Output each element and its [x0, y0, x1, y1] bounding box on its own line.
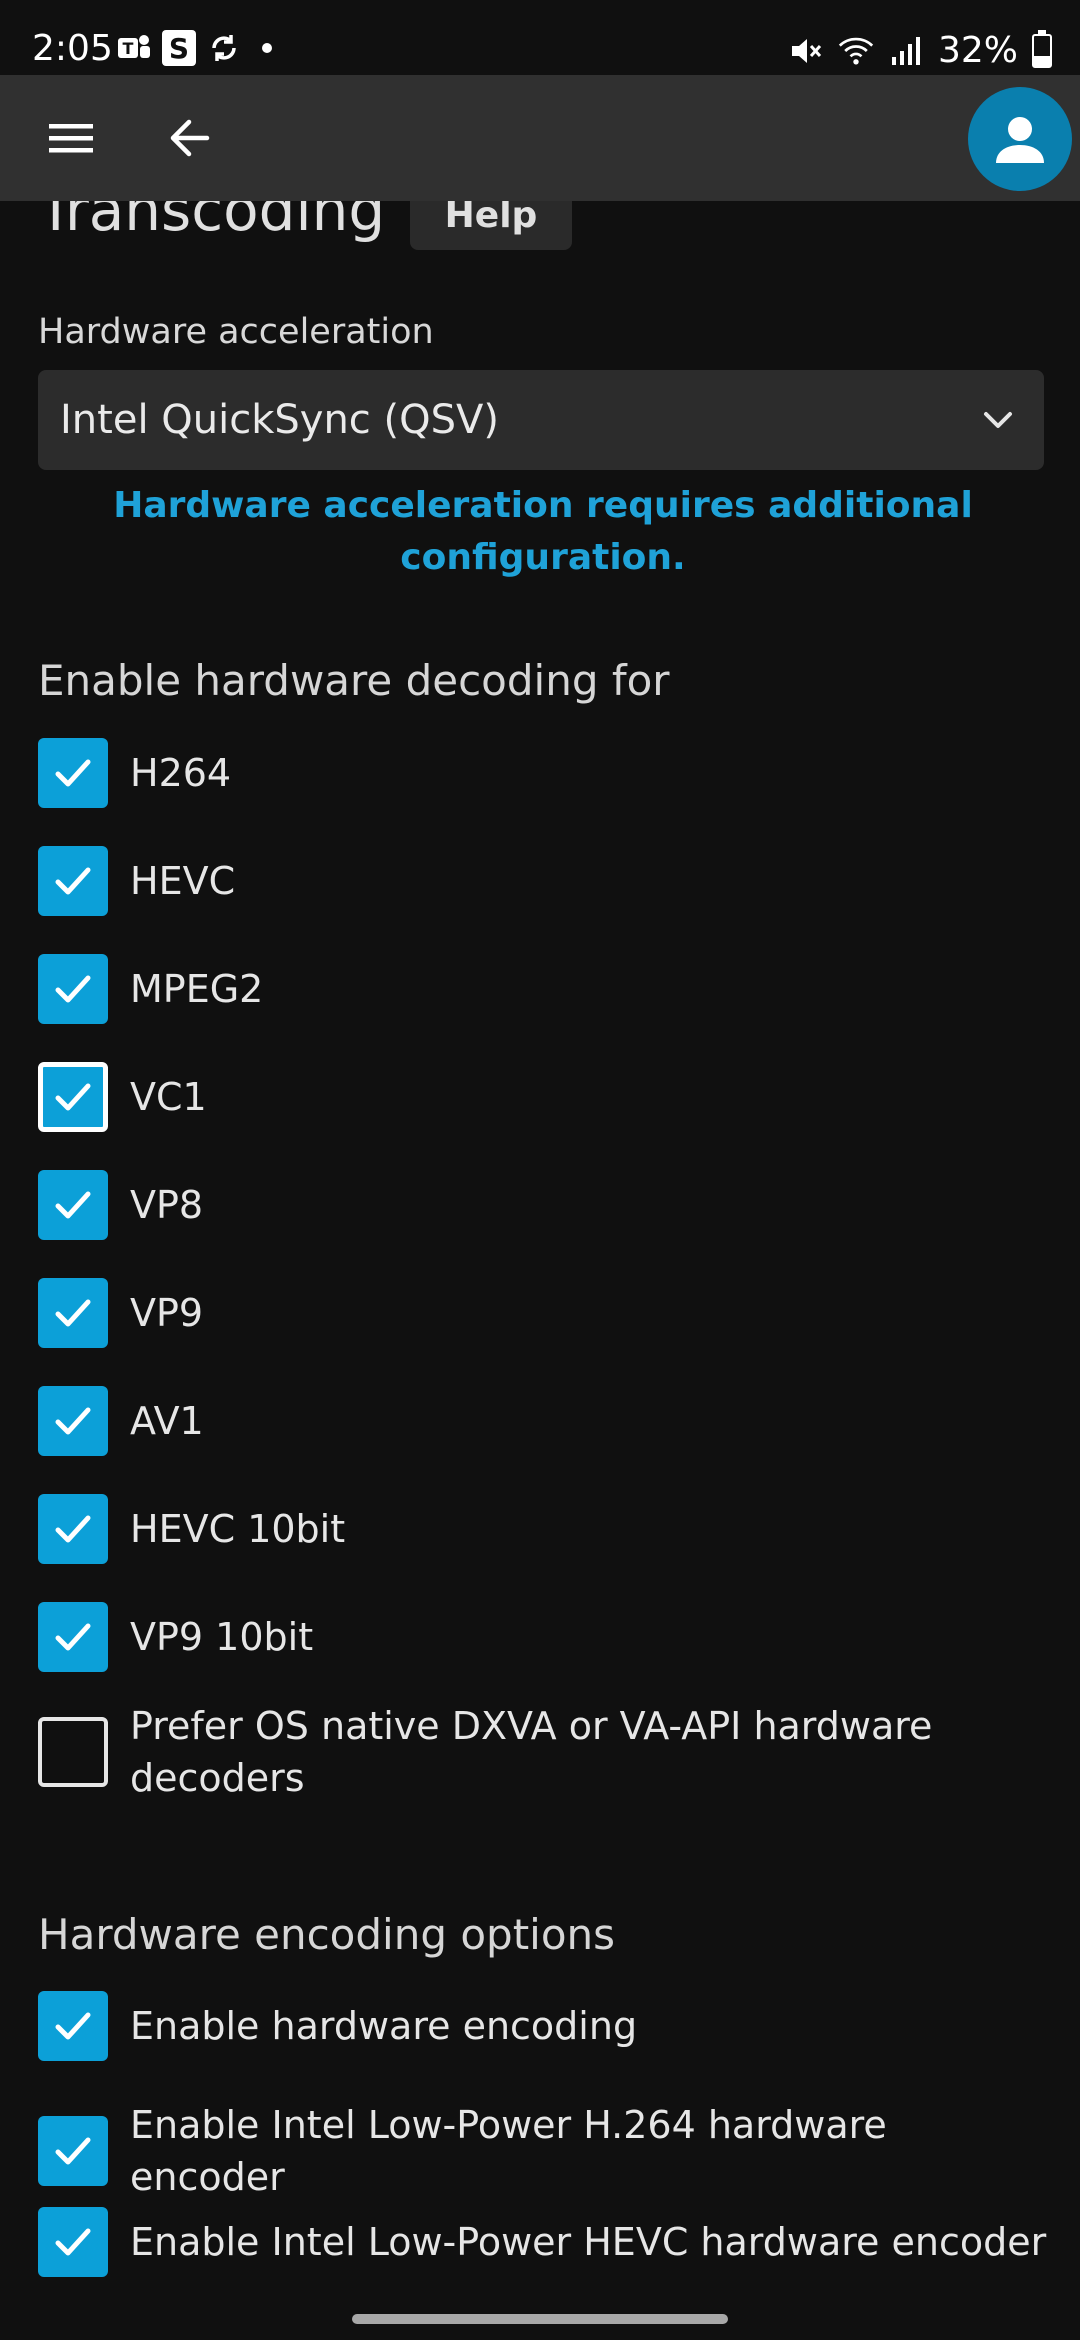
- codec-checkbox-vp8[interactable]: [38, 1170, 108, 1240]
- chevron-down-icon: [984, 412, 1012, 428]
- codec-label: VP9 10bit: [130, 1615, 314, 1659]
- user-avatar-icon[interactable]: [968, 87, 1072, 191]
- hardware-acceleration-select[interactable]: Intel QuickSync (QSV): [38, 370, 1044, 470]
- codec-label: VP8: [130, 1183, 204, 1227]
- arrow-back-icon[interactable]: [156, 105, 222, 171]
- codec-label: MPEG2: [130, 967, 264, 1011]
- hardware-acceleration-note-link[interactable]: Hardware acceleration requires additiona…: [38, 480, 1048, 584]
- codec-checkbox-av1[interactable]: [38, 1386, 108, 1456]
- codec-row-vc1[interactable]: VC1: [38, 1062, 1048, 1132]
- codec-checkbox-vp9[interactable]: [38, 1278, 108, 1348]
- codec-row-mpeg2[interactable]: MPEG2: [38, 954, 1048, 1024]
- app-header: [0, 75, 1080, 201]
- codec-row-hevc[interactable]: HEVC: [38, 846, 1048, 916]
- encoding-option-checkbox[interactable]: [38, 2207, 108, 2277]
- encoding-option-label: Enable Intel Low-Power HEVC hardware enc…: [130, 2220, 1047, 2264]
- codec-row-vp8[interactable]: VP8: [38, 1170, 1048, 1240]
- codec-label: H264: [130, 751, 232, 795]
- prefer-native-decoders-checkbox[interactable]: [38, 1717, 108, 1787]
- codec-label: HEVC: [130, 859, 236, 903]
- codec-label: AV1: [130, 1399, 204, 1443]
- hardware-acceleration-value: Intel QuickSync (QSV): [60, 397, 499, 443]
- encoding-option-row[interactable]: Enable Intel Low-Power HEVC hardware enc…: [38, 2207, 1048, 2277]
- home-indicator[interactable]: [352, 2314, 728, 2324]
- codec-checkbox-hevc[interactable]: [38, 846, 108, 916]
- codec-label: HEVC 10bit: [130, 1507, 346, 1551]
- codec-checkbox-vc1[interactable]: [38, 1062, 108, 1132]
- hardware-acceleration-label: Hardware acceleration: [38, 312, 434, 352]
- encoding-option-row[interactable]: Enable Intel Low-Power H.264 hardware en…: [38, 2099, 1048, 2203]
- encoding-option-row[interactable]: Enable hardware encoding: [38, 1991, 1048, 2061]
- codec-row-vp9-10bit[interactable]: VP9 10bit: [38, 1602, 1048, 1672]
- hamburger-menu-icon[interactable]: [38, 105, 104, 171]
- codec-row-hevc-10bit[interactable]: HEVC 10bit: [38, 1494, 1048, 1564]
- prefer-native-decoders-label: Prefer OS native DXVA or VA-API hardware…: [130, 1704, 933, 1800]
- encoding-heading: Hardware encoding options: [38, 1910, 616, 1959]
- codec-checkbox-h264[interactable]: [38, 738, 108, 808]
- encoding-option-label: Enable Intel Low-Power H.264 hardware en…: [130, 2103, 887, 2199]
- decoding-heading: Enable hardware decoding for: [38, 656, 670, 705]
- prefer-native-decoders-row[interactable]: Prefer OS native DXVA or VA-API hardware…: [38, 1700, 1048, 1804]
- codec-checkbox-mpeg2[interactable]: [38, 954, 108, 1024]
- codec-row-av1[interactable]: AV1: [38, 1386, 1048, 1456]
- encoding-option-checkbox[interactable]: [38, 1991, 108, 2061]
- codec-checkbox-hevc-10bit[interactable]: [38, 1494, 108, 1564]
- settings-content: Transcoding Help Hardware acceleration I…: [0, 0, 1080, 2340]
- codec-label: VP9: [130, 1291, 204, 1335]
- encoding-option-label: Enable hardware encoding: [130, 2004, 638, 2048]
- codec-row-h264[interactable]: H264: [38, 738, 1048, 808]
- codec-label: VC1: [130, 1075, 207, 1119]
- encoding-option-checkbox[interactable]: [38, 2116, 108, 2186]
- codec-row-vp9[interactable]: VP9: [38, 1278, 1048, 1348]
- codec-checkbox-vp9-10bit[interactable]: [38, 1602, 108, 1672]
